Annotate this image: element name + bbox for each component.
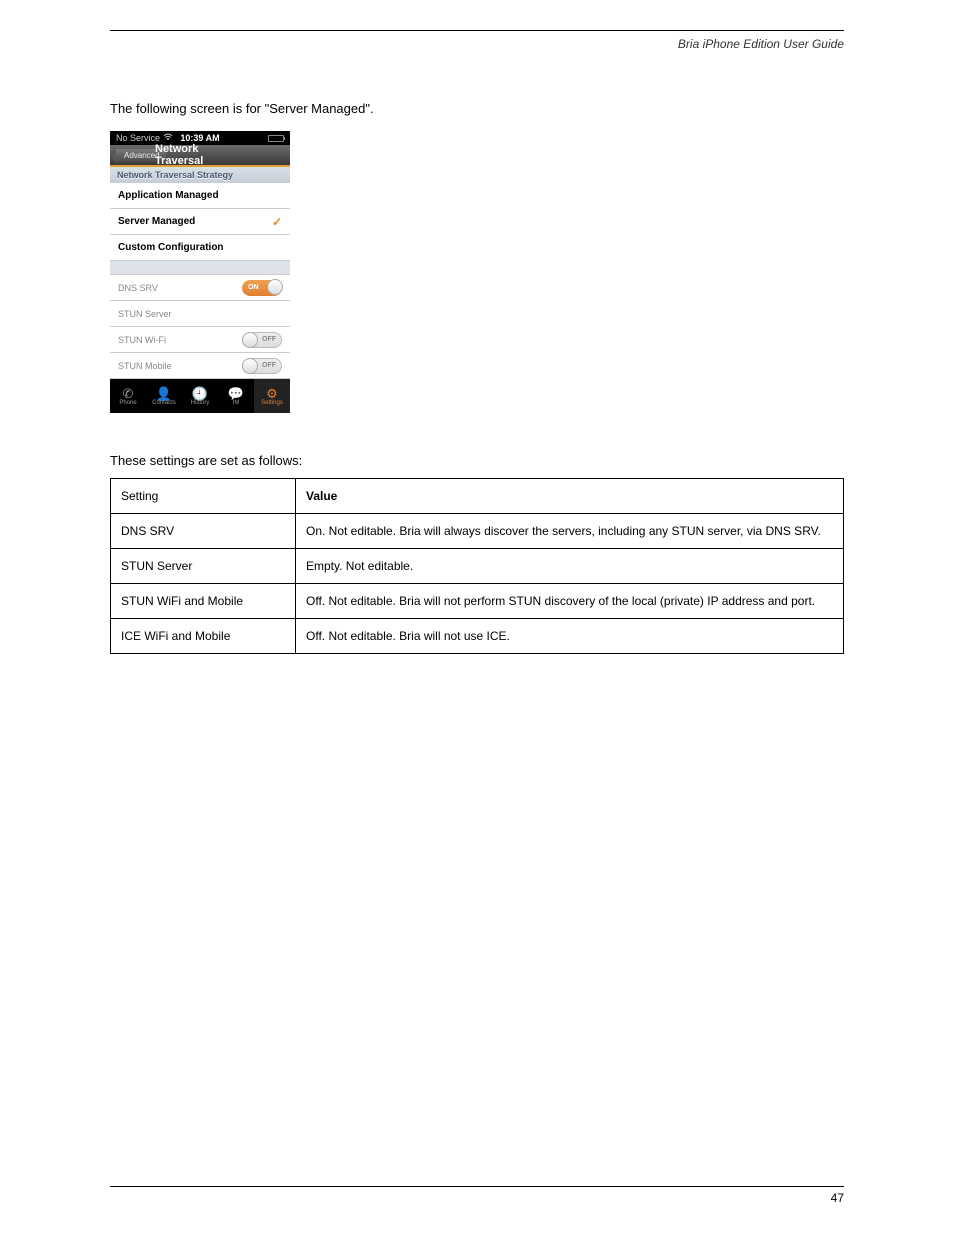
- history-icon: 🕘: [192, 387, 208, 400]
- page-header-breadcrumb: Bria iPhone Edition User Guide: [110, 37, 844, 51]
- cell-setting: ICE WiFi and Mobile: [111, 619, 296, 654]
- page-footer: 47: [110, 1186, 844, 1205]
- row-application-managed[interactable]: Application Managed: [110, 183, 290, 209]
- checkmark-icon: ✓: [272, 215, 282, 229]
- table-row: DNS SRV On. Not editable. Bria will alwa…: [111, 514, 844, 549]
- toggle-dns-srv[interactable]: ON: [242, 280, 282, 296]
- settings-intro: These settings are set as follows:: [110, 453, 844, 468]
- nav-bar: Advanced Network Traversal: [110, 145, 290, 167]
- im-icon: 💬: [228, 387, 244, 400]
- table-row: ICE WiFi and Mobile Off. Not editable. B…: [111, 619, 844, 654]
- row-label: DNS SRV: [118, 283, 158, 293]
- nav-title: Network Traversal: [155, 143, 245, 167]
- cell-value: Empty. Not editable.: [296, 549, 844, 584]
- row-label: STUN Wi-Fi: [118, 335, 166, 345]
- page-number: 47: [831, 1191, 844, 1205]
- row-label: STUN Mobile: [118, 361, 172, 371]
- intro-paragraph: The following screen is for "Server Mana…: [110, 101, 844, 116]
- contacts-icon: 👤: [156, 387, 172, 400]
- section-header-strategy: Network Traversal Strategy: [110, 167, 290, 183]
- status-service: No Service: [116, 133, 160, 143]
- phone-icon: ✆: [123, 387, 134, 400]
- table-row: STUN Server Empty. Not editable.: [111, 549, 844, 584]
- cell-value: On. Not editable. Bria will always disco…: [296, 514, 844, 549]
- row-stun-server[interactable]: STUN Server: [110, 301, 290, 327]
- cell-setting: STUN WiFi and Mobile: [111, 584, 296, 619]
- row-custom-configuration[interactable]: Custom Configuration: [110, 235, 290, 261]
- tab-history[interactable]: 🕘History: [182, 379, 218, 413]
- th-value: Value: [296, 479, 844, 514]
- table-header-row: Setting Value: [111, 479, 844, 514]
- tab-phone[interactable]: ✆Phone: [110, 379, 146, 413]
- row-server-managed[interactable]: Server Managed ✓: [110, 209, 290, 235]
- screenshot-phone: No Service 10:39 AM Advanced Network Tra…: [110, 131, 290, 413]
- row-stun-mobile[interactable]: STUN Mobile OFF: [110, 353, 290, 379]
- row-label: Custom Configuration: [118, 242, 224, 253]
- tab-bar: ✆Phone 👤Contacts 🕘History 💬IM ⚙Settings: [110, 379, 290, 413]
- row-label: Server Managed: [118, 216, 195, 227]
- cell-value: Off. Not editable. Bria will not use ICE…: [296, 619, 844, 654]
- tab-contacts[interactable]: 👤Contacts: [146, 379, 182, 413]
- cell-setting: STUN Server: [111, 549, 296, 584]
- row-stun-wifi[interactable]: STUN Wi-Fi OFF: [110, 327, 290, 353]
- cell-setting: DNS SRV: [111, 514, 296, 549]
- section-gap: [110, 261, 290, 275]
- toggle-stun-wifi[interactable]: OFF: [242, 332, 282, 348]
- tab-settings[interactable]: ⚙Settings: [254, 379, 290, 413]
- toggle-stun-mobile[interactable]: OFF: [242, 358, 282, 374]
- th-setting: Setting: [111, 479, 296, 514]
- row-dns-srv[interactable]: DNS SRV ON: [110, 275, 290, 301]
- table-row: STUN WiFi and Mobile Off. Not editable. …: [111, 584, 844, 619]
- settings-table: Setting Value DNS SRV On. Not editable. …: [110, 478, 844, 654]
- row-label: Application Managed: [118, 190, 219, 201]
- row-label: STUN Server: [118, 309, 172, 319]
- battery-icon: [268, 135, 284, 142]
- wifi-icon: [163, 133, 173, 143]
- status-time: 10:39 AM: [180, 133, 219, 143]
- settings-icon: ⚙: [266, 387, 278, 400]
- cell-value: Off. Not editable. Bria will not perform…: [296, 584, 844, 619]
- tab-im[interactable]: 💬IM: [218, 379, 254, 413]
